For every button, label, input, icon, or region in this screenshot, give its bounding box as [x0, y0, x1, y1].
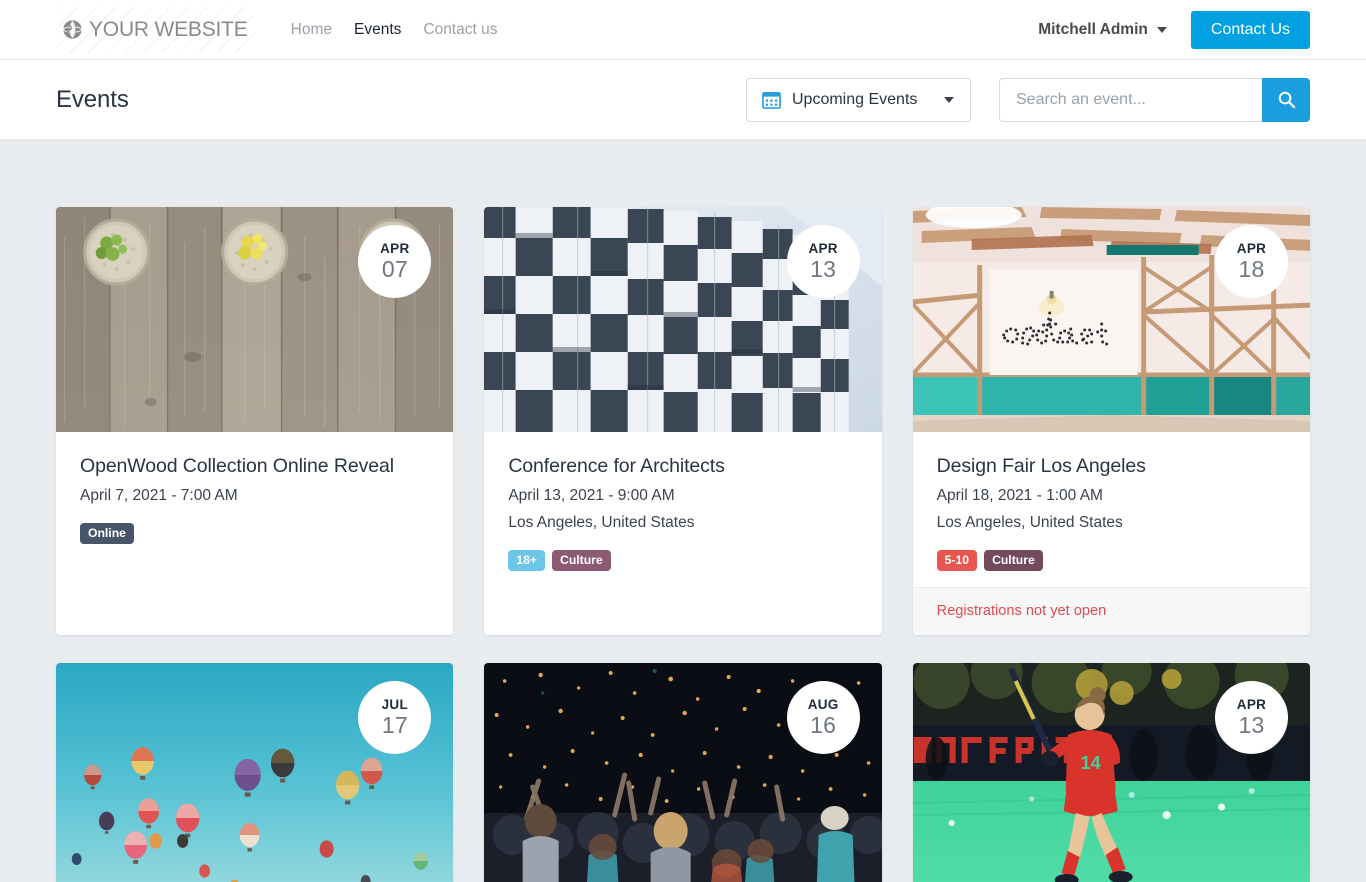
nav-link-home[interactable]: Home	[291, 21, 332, 39]
event-location: Los Angeles, United States	[508, 514, 695, 532]
chevron-down-icon	[1156, 26, 1167, 33]
event-tags: 5-10 Culture	[936, 549, 1286, 571]
event-date-month: JUL	[381, 697, 409, 713]
card-spacer	[80, 544, 429, 600]
event-tag[interactable]: Culture	[984, 549, 1043, 571]
event-card-body: OpenWood Collection Online Reveal April …	[56, 432, 453, 635]
event-tags: Online	[80, 523, 429, 545]
event-location: Los Angeles, United States	[936, 514, 1123, 532]
event-card-media: JUL 17	[56, 662, 454, 882]
event-title: Design Fair Los Angeles	[936, 455, 1146, 477]
user-menu[interactable]: Mitchell Admin	[1038, 21, 1167, 39]
event-title: OpenWood Collection Online Reveal	[80, 455, 394, 477]
event-card[interactable]: APR 07 OpenWood Collection Online Reveal…	[56, 207, 454, 635]
navbar-right: Mitchell Admin Contact Us	[1038, 10, 1310, 49]
events-subheader: Events Upcoming Events	[0, 60, 1366, 139]
subheader-tools: Upcoming Events	[746, 77, 1310, 122]
event-tag[interactable]: 18+	[508, 549, 546, 571]
event-card-media: APR 18	[912, 207, 1310, 432]
event-card-media: AUG 16	[484, 662, 882, 882]
event-date-filter-label: Upcoming Events	[792, 90, 918, 108]
event-date-badge: APR 07	[358, 225, 432, 298]
event-date-day: 13	[810, 255, 837, 282]
top-navbar: YOUR WEBSITE Home Events Contact us Mitc…	[0, 0, 1366, 60]
search-input[interactable]	[999, 77, 1262, 122]
event-card[interactable]: APR 13 Conference for Architects April 1…	[484, 207, 882, 635]
event-date-badge: APR 18	[1215, 225, 1288, 298]
event-date-badge: AUG 16	[786, 680, 860, 754]
main-nav: Home Events Contact us	[291, 21, 498, 39]
event-datetime: April 7, 2021 - 7:00 AM	[80, 487, 238, 505]
event-card-body: Design Fair Los Angeles April 18, 2021 -…	[913, 432, 1310, 587]
event-date-month: APR	[808, 241, 838, 257]
events-area: APR 07 OpenWood Collection Online Reveal…	[0, 139, 1366, 882]
event-card[interactable]: AUG 16	[484, 662, 882, 882]
event-date-badge: JUL 17	[358, 680, 432, 754]
event-date-badge: APR 13	[1215, 680, 1288, 754]
event-title: Conference for Architects	[508, 455, 725, 477]
event-tag[interactable]: Online	[80, 523, 134, 545]
event-tags: 18+ Culture	[508, 549, 857, 571]
search-button[interactable]	[1262, 77, 1310, 122]
event-card[interactable]: JUL 17	[56, 662, 454, 882]
contact-us-button[interactable]: Contact Us	[1190, 10, 1310, 49]
event-registration-status: Registrations not yet open	[912, 586, 1310, 635]
event-card-media: APR 13	[484, 207, 882, 432]
event-date-day: 18	[1238, 255, 1265, 282]
chevron-down-icon	[944, 96, 954, 103]
brand-text: YOUR WEBSITE	[89, 17, 248, 41]
brand-logo[interactable]: YOUR WEBSITE	[56, 6, 254, 53]
nav-link-contact-us[interactable]: Contact us	[423, 21, 497, 39]
event-card-media: APR 07	[56, 207, 454, 432]
nav-link-events[interactable]: Events	[354, 21, 401, 39]
event-datetime: April 13, 2021 - 9:00 AM	[508, 487, 675, 505]
event-date-month: APR	[380, 241, 410, 257]
event-date-day: 17	[381, 711, 408, 738]
event-date-day: 07	[381, 255, 408, 282]
event-tag[interactable]: Culture	[552, 549, 611, 571]
user-menu-label: Mitchell Admin	[1038, 20, 1148, 38]
event-tag[interactable]: 5-10	[936, 549, 978, 571]
event-date-month: APR	[1236, 241, 1267, 257]
event-date-month: AUG	[807, 697, 839, 713]
event-search-group	[999, 77, 1310, 122]
events-grid: APR 07 OpenWood Collection Online Reveal…	[56, 207, 1310, 882]
search-icon	[1278, 91, 1295, 109]
event-date-filter-dropdown[interactable]: Upcoming Events	[746, 77, 971, 122]
card-spacer	[508, 571, 857, 600]
event-date-day: 16	[810, 711, 837, 738]
event-card[interactable]: 14 APR 13	[912, 662, 1310, 882]
svg-text:14: 14	[1080, 753, 1100, 773]
page-title: Events	[56, 85, 129, 113]
globe-icon	[63, 20, 82, 39]
event-date-month: APR	[1236, 697, 1267, 713]
event-card-media: 14 APR 13	[912, 662, 1310, 882]
event-date-badge: APR 13	[786, 225, 860, 298]
calendar-icon	[762, 91, 781, 109]
event-datetime: April 18, 2021 - 1:00 AM	[936, 487, 1103, 505]
event-card-body: Conference for Architects April 13, 2021…	[484, 432, 881, 635]
event-date-day: 13	[1238, 711, 1265, 738]
event-card[interactable]: APR 18 Design Fair Los Angeles April 18,…	[912, 207, 1310, 635]
